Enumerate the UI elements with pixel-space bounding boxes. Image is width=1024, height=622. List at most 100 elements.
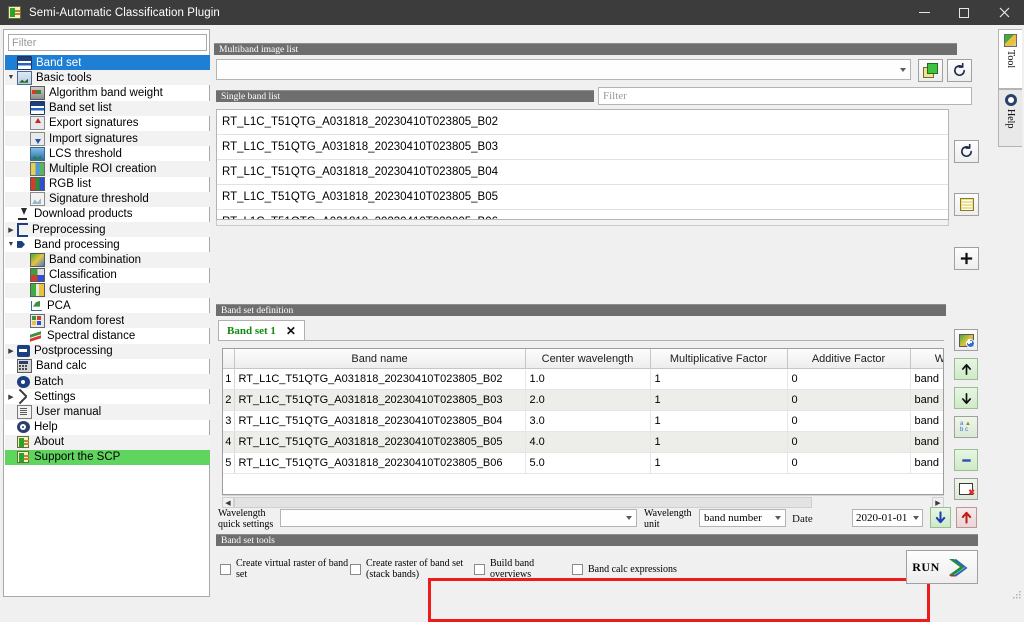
sidebar-item-pca[interactable]: PCA: [5, 298, 210, 313]
cell-wavelength-unit[interactable]: band: [910, 410, 943, 432]
band-set-table-wrapper[interactable]: Band name Center wavelength Multiplicative…: [222, 348, 944, 495]
checkbox-band-calc-expressions[interactable]: Band calc expressions: [572, 563, 680, 575]
cell-additive-factor[interactable]: 0: [787, 431, 911, 453]
table-row[interactable]: 2 RT_L1C_T51QTG_A031818_20230410T023805_B…: [223, 389, 943, 411]
wavelength-unit-combo[interactable]: band number: [699, 509, 786, 527]
date-spinbox[interactable]: 2020-01-01: [852, 509, 923, 527]
single-band-list-item[interactable]: RT_L1C_T51QTG_A031818_20230410T023805_B0…: [217, 210, 948, 219]
checkbox-create-raster-of-band-set[interactable]: Create raster of band set (stack bands): [350, 558, 474, 580]
chevron-right-icon[interactable]: ▶: [5, 226, 17, 234]
row-number[interactable]: 3: [223, 410, 235, 432]
navigation-tree[interactable]: Band set ▼ Basic tools Algorithm band weigh…: [5, 55, 210, 595]
sidebar-item-export-signatures[interactable]: Export signatures: [5, 116, 210, 131]
cell-band-name[interactable]: RT_L1C_T51QTG_A031818_20230410T023805_B0…: [234, 368, 526, 390]
select-all-bands-button[interactable]: [954, 193, 979, 216]
column-header[interactable]: W: [910, 349, 943, 369]
move-band-up-button[interactable]: [954, 358, 978, 380]
checkbox-create-virtual-raster-of-band-set[interactable]: Create virtual raster of band set: [220, 558, 350, 580]
add-raster-to-band-set-button[interactable]: [954, 329, 978, 351]
sidebar-item-batch[interactable]: Batch: [5, 373, 210, 390]
chevron-right-icon[interactable]: ▶: [5, 393, 17, 401]
sidebar-item-algorithm-band-weight[interactable]: Algorithm band weight: [5, 85, 210, 100]
table-row[interactable]: 3 RT_L1C_T51QTG_A031818_20230410T023805_B…: [223, 410, 943, 432]
maximize-button[interactable]: [944, 0, 984, 25]
table-row[interactable]: 1 RT_L1C_T51QTG_A031818_20230410T023805_B…: [223, 368, 943, 390]
sidebar-item-band-set[interactable]: Band set: [5, 55, 210, 71]
checkbox-box[interactable]: [572, 563, 583, 575]
column-header[interactable]: Band name: [234, 349, 526, 369]
cell-band-name[interactable]: RT_L1C_T51QTG_A031818_20230410T023805_B0…: [234, 452, 526, 474]
sidebar-item-user-manual[interactable]: User manual: [5, 404, 210, 420]
cell-additive-factor[interactable]: 0: [787, 452, 911, 474]
cell-band-name[interactable]: RT_L1C_T51QTG_A031818_20230410T023805_B0…: [234, 431, 526, 453]
sidebar-item-band-calc[interactable]: Band calc: [5, 359, 210, 374]
sidebar-item-band-combination[interactable]: Band combination: [5, 252, 210, 268]
sidebar-item-preprocessing[interactable]: ▶ Preprocessing: [5, 222, 210, 238]
sidebar-item-lcs-threshold[interactable]: LCS threshold: [5, 146, 210, 161]
row-number[interactable]: 2: [223, 389, 235, 411]
hscroll-thumb[interactable]: [234, 497, 812, 508]
sidebar-item-postprocessing[interactable]: ▶ Postprocessing: [5, 343, 210, 359]
table-row[interactable]: 5 RT_L1C_T51QTG_A031818_20230410T023805_B…: [223, 452, 943, 474]
dock-tab-help[interactable]: Help: [998, 89, 1022, 147]
single-band-filter-input[interactable]: Filter: [598, 87, 972, 105]
chevron-right-icon[interactable]: ▶: [5, 347, 17, 355]
table-row[interactable]: 4 RT_L1C_T51QTG_A031818_20230410T023805_B…: [223, 431, 943, 453]
sidebar-item-classification[interactable]: Classification: [5, 268, 210, 283]
checkbox-box[interactable]: [350, 563, 361, 575]
cell-center-wavelength[interactable]: 5.0: [525, 452, 651, 474]
column-header[interactable]: Additive Factor: [787, 349, 911, 369]
sidebar-item-help[interactable]: Help: [5, 420, 210, 435]
cell-center-wavelength[interactable]: 1.0: [525, 368, 651, 390]
wavelength-quick-settings-combo[interactable]: [280, 509, 637, 527]
sidebar-item-spectral-distance[interactable]: Spectral distance: [5, 328, 210, 343]
cell-multiplicative-factor[interactable]: 1: [650, 389, 788, 411]
cell-band-name[interactable]: RT_L1C_T51QTG_A031818_20230410T023805_B0…: [234, 389, 526, 411]
sort-band-names-button[interactable]: a ▲ bc: [954, 416, 978, 438]
row-number[interactable]: 5: [223, 452, 235, 474]
cell-additive-factor[interactable]: 0: [787, 368, 911, 390]
sidebar-item-about[interactable]: About: [5, 434, 210, 450]
sidebar-item-support-the-scp[interactable]: Support the SCP: [5, 449, 210, 466]
chevron-down-icon[interactable]: ▼: [5, 241, 17, 248]
scroll-left-icon[interactable]: ◀: [222, 497, 234, 508]
run-button[interactable]: RUN: [906, 550, 978, 584]
cell-wavelength-unit[interactable]: band: [910, 431, 943, 453]
tab-band-set-1[interactable]: Band set 1 ✕: [218, 320, 305, 340]
minimize-button[interactable]: [904, 0, 944, 25]
single-band-list-item[interactable]: RT_L1C_T51QTG_A031818_20230410T023805_B0…: [217, 160, 948, 185]
checkbox-build-band-overviews[interactable]: Build band overviews: [474, 558, 572, 580]
single-band-list-item[interactable]: RT_L1C_T51QTG_A031818_20230410T023805_B0…: [217, 110, 948, 135]
cell-center-wavelength[interactable]: 4.0: [525, 431, 651, 453]
sidebar-filter-input[interactable]: Filter: [8, 34, 207, 51]
remove-band-button[interactable]: [954, 449, 978, 471]
sidebar-item-band-set-list[interactable]: Band set list: [5, 100, 210, 116]
single-band-list-hscrollbar[interactable]: [216, 220, 949, 226]
move-band-down-button[interactable]: [954, 387, 978, 409]
import-band-set-button[interactable]: [930, 507, 951, 528]
column-header[interactable]: Center wavelength: [525, 349, 651, 369]
cell-multiplicative-factor[interactable]: 1: [650, 431, 788, 453]
open-raster-button[interactable]: [918, 59, 943, 82]
cell-band-name[interactable]: RT_L1C_T51QTG_A031818_20230410T023805_B0…: [234, 410, 526, 432]
refresh-single-band-list-button[interactable]: [954, 140, 979, 163]
add-bands-to-band-set-button[interactable]: [954, 247, 979, 270]
cell-multiplicative-factor[interactable]: 1: [650, 410, 788, 432]
single-band-list-item[interactable]: RT_L1C_T51QTG_A031818_20230410T023805_B0…: [217, 185, 948, 210]
sidebar-item-random-forest[interactable]: Random forest: [5, 313, 210, 329]
column-header[interactable]: Multiplicative Factor: [650, 349, 788, 369]
sidebar-item-settings[interactable]: ▶ Settings: [5, 389, 210, 404]
cell-center-wavelength[interactable]: 2.0: [525, 389, 651, 411]
sidebar-item-rgb-list[interactable]: RGB list: [5, 177, 210, 192]
close-button[interactable]: [984, 0, 1024, 25]
sidebar-item-multiple-roi-creation[interactable]: Multiple ROI creation: [5, 161, 210, 177]
export-band-set-button[interactable]: [956, 507, 977, 528]
resize-grip[interactable]: [1012, 590, 1022, 600]
cell-additive-factor[interactable]: 0: [787, 410, 911, 432]
cell-multiplicative-factor[interactable]: 1: [650, 452, 788, 474]
multiband-image-combo[interactable]: [216, 59, 911, 80]
sidebar-item-clustering[interactable]: Clustering: [5, 282, 210, 298]
cell-wavelength-unit[interactable]: band: [910, 389, 943, 411]
band-set-table-hscrollbar[interactable]: ◀ ▶: [222, 495, 944, 509]
sidebar-item-download-products[interactable]: Download products: [5, 207, 210, 222]
